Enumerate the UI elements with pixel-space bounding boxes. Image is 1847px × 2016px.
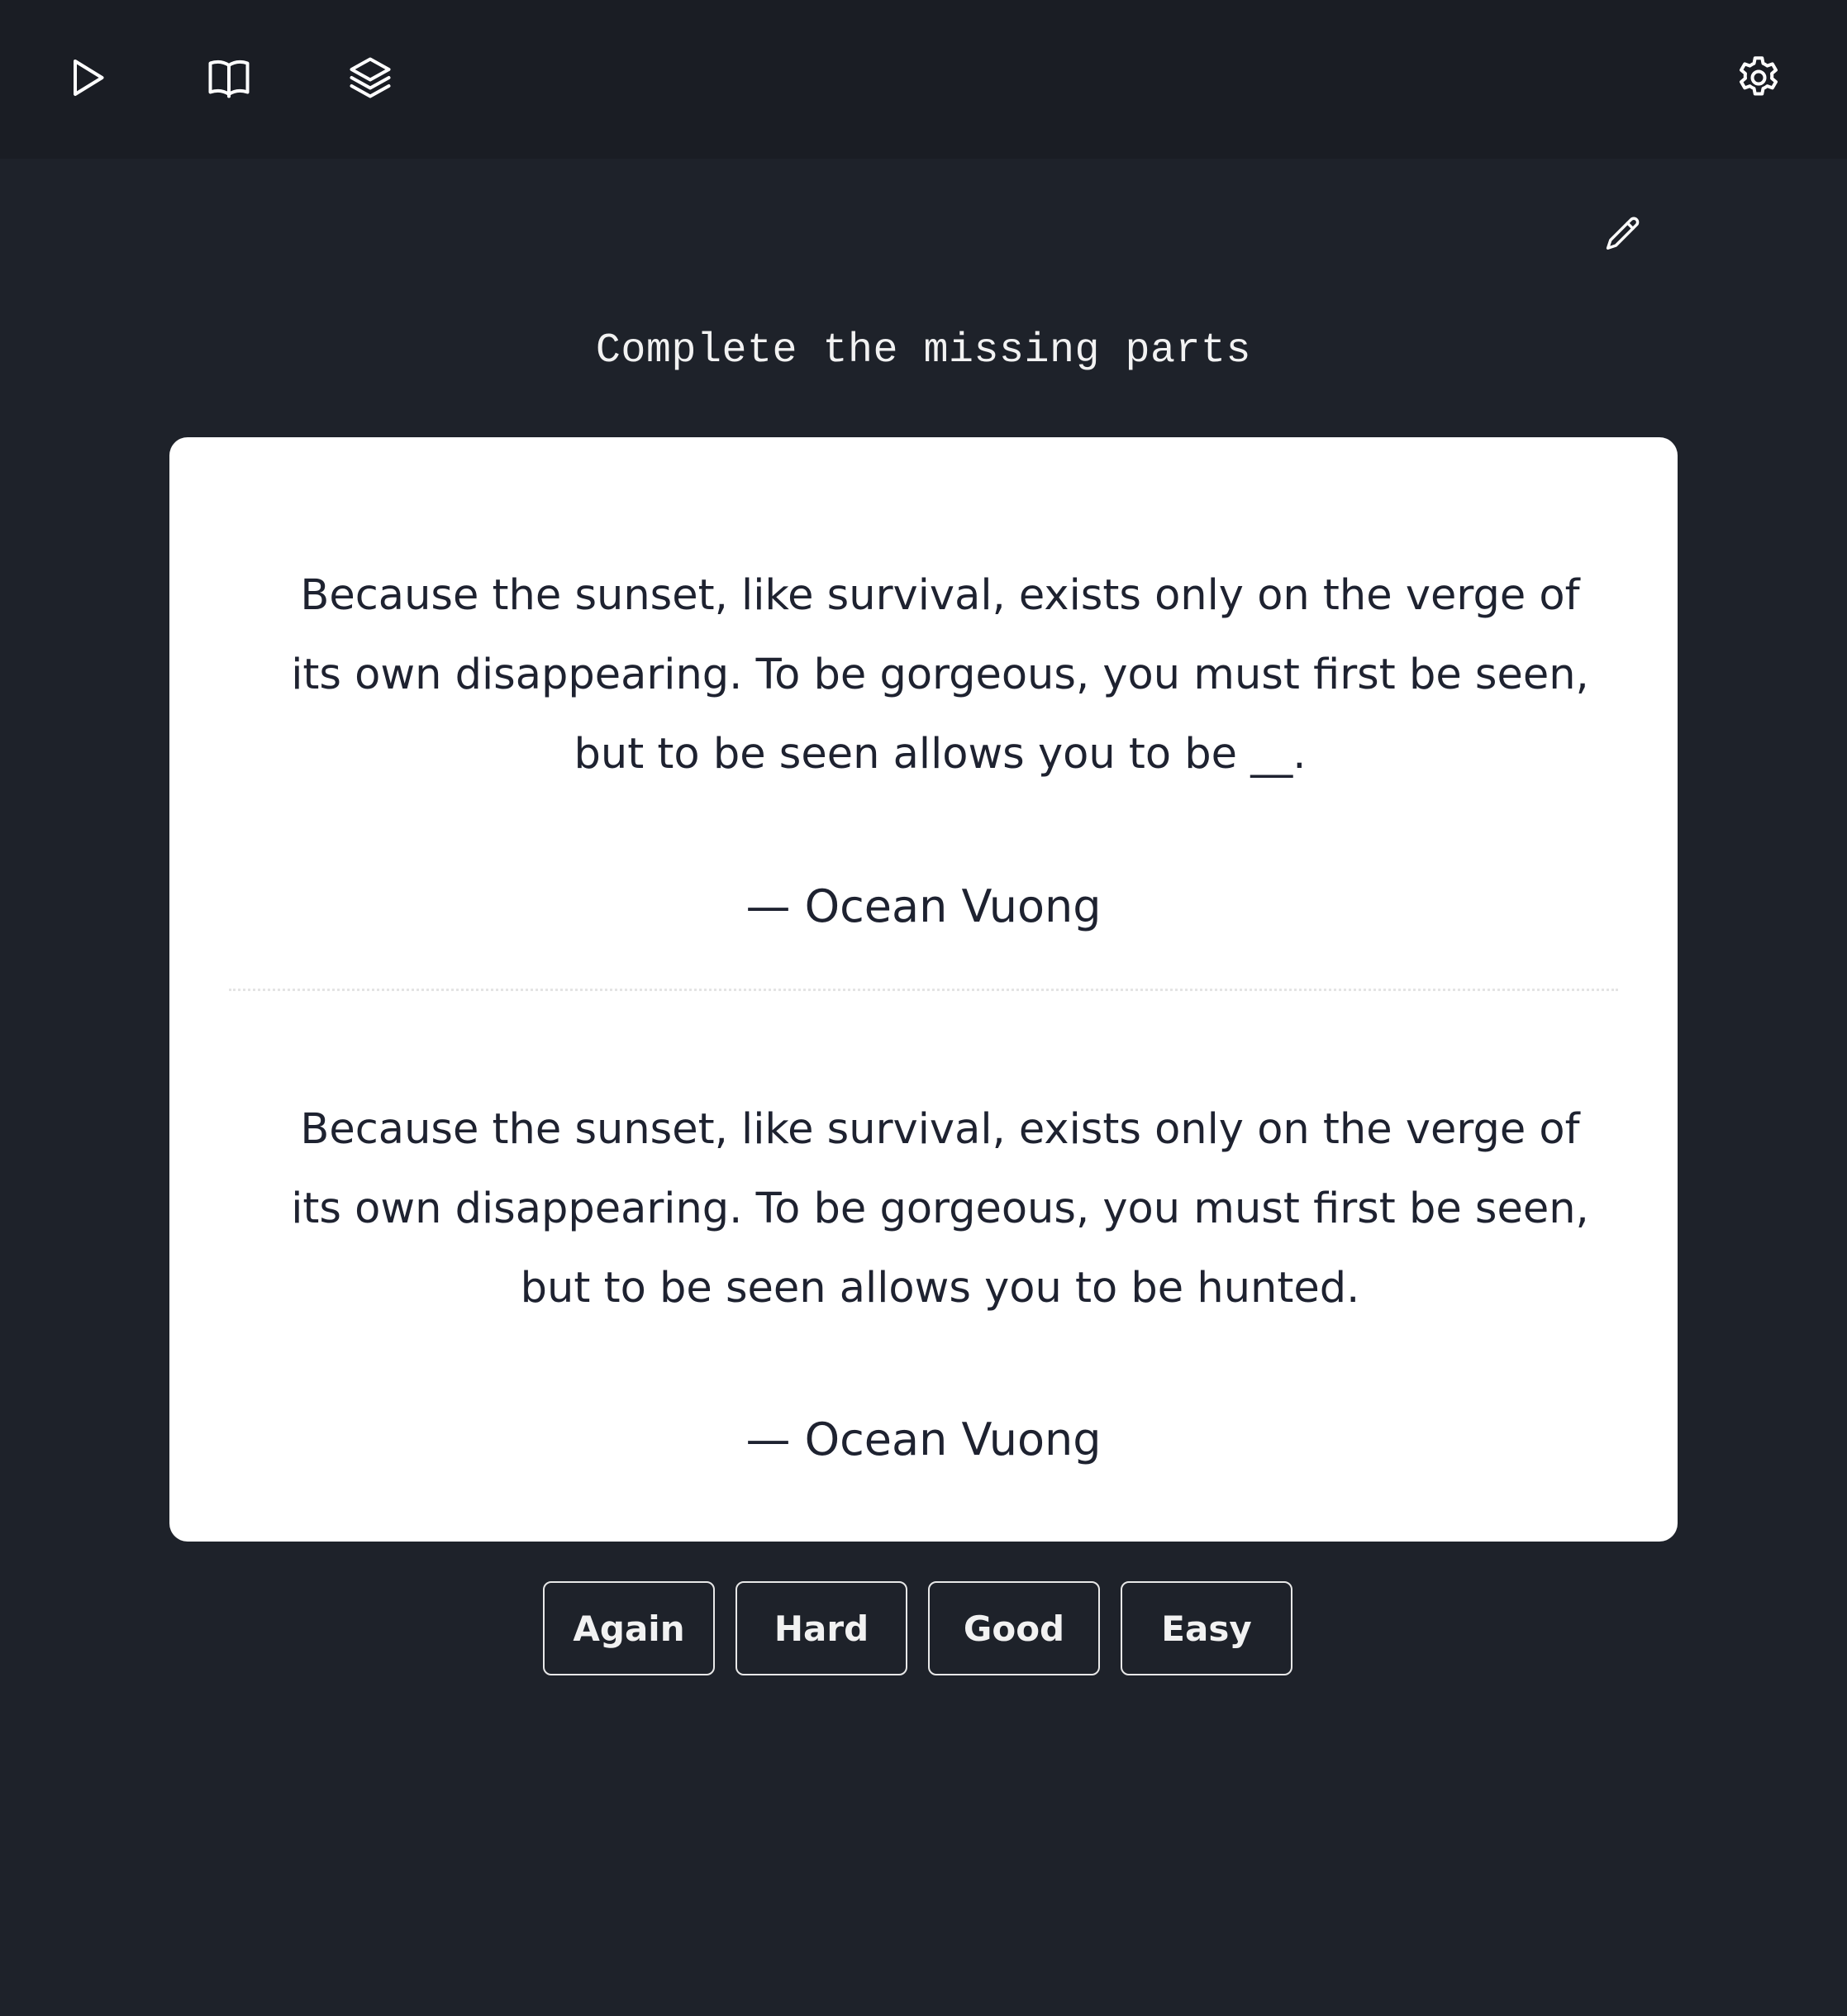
cloze-question-text: Because the sunset, like survival, exist…	[291, 571, 1589, 779]
card-prompt: Complete the missing parts	[595, 327, 1252, 374]
good-button[interactable]: Good	[928, 1581, 1100, 1675]
top-toolbar	[0, 0, 1847, 159]
question-author: — Ocean Vuong	[745, 880, 1102, 932]
hard-button[interactable]: Hard	[735, 1581, 907, 1675]
layers-icon[interactable]	[344, 51, 397, 104]
pencil-icon[interactable]	[1602, 213, 1648, 260]
book-open-icon[interactable]	[202, 51, 255, 104]
answer-author: — Ocean Vuong	[745, 1413, 1102, 1466]
answer-buttons: Again Hard Good Easy	[543, 1581, 1292, 1675]
easy-button[interactable]: Easy	[1121, 1581, 1292, 1675]
card-divider	[229, 989, 1618, 991]
again-button[interactable]: Again	[543, 1581, 715, 1675]
settings-gear-icon[interactable]	[1732, 51, 1785, 104]
flashcard: Because the sunset, like survival, exist…	[169, 437, 1678, 1542]
play-icon[interactable]	[61, 51, 114, 104]
answer-text: Because the sunset, like survival, exist…	[291, 1105, 1589, 1313]
